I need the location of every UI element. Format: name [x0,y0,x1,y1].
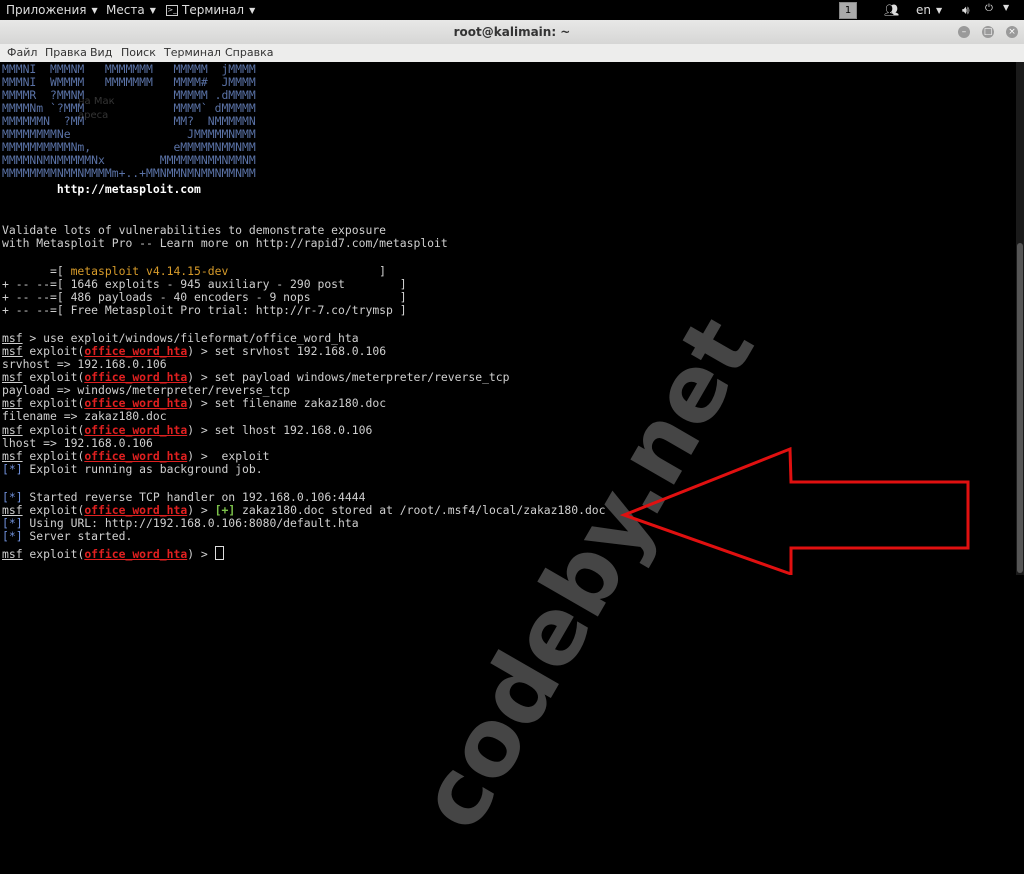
annotation-arrow [619,446,970,575]
